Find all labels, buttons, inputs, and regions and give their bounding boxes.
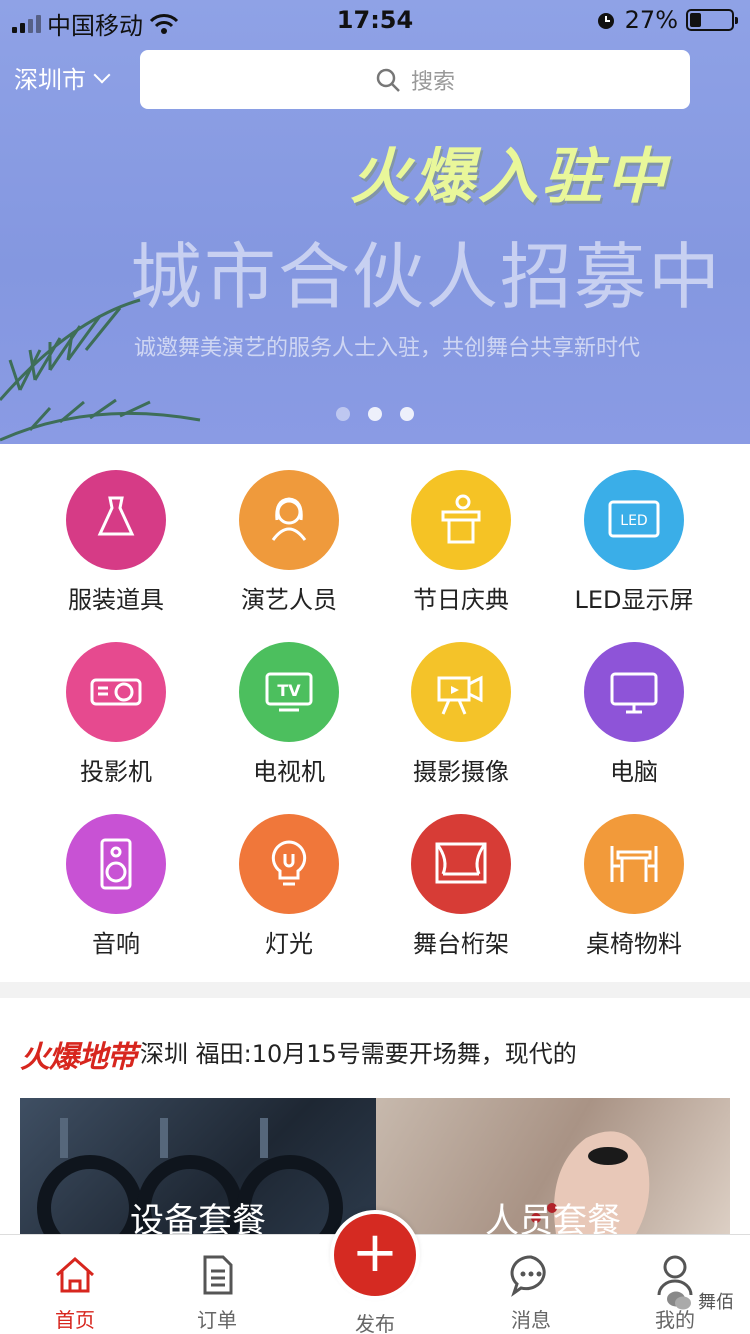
battery-percent: 27% xyxy=(624,6,678,34)
hot-zone-message[interactable]: 深圳 福田:10月15号需要开场舞，现代的 xyxy=(140,1034,577,1069)
plus-icon: + xyxy=(351,1220,399,1285)
svg-text:TV: TV xyxy=(277,681,301,700)
document-icon xyxy=(203,1255,233,1295)
carousel-dot[interactable] xyxy=(336,407,350,421)
monitor-icon xyxy=(610,672,658,714)
category-item[interactable]: 舞台桁架 xyxy=(375,788,547,958)
hot-zone-logo: 火爆地带 xyxy=(20,1040,137,1075)
city-label: 深圳市 xyxy=(14,66,86,94)
category-item[interactable]: 音响 xyxy=(30,788,202,958)
promo-banner[interactable]: 中国移动 17:54 27% 深圳市 搜索 火爆入驻中 城市合伙人招募中 诚邀舞… xyxy=(0,0,750,444)
carousel-indicator[interactable] xyxy=(0,407,750,421)
city-selector[interactable]: 深圳市 xyxy=(14,60,111,95)
category-label: 灯光 xyxy=(265,930,313,958)
category-item[interactable]: 摄影摄像 xyxy=(375,616,547,786)
category-label: 电视机 xyxy=(253,758,325,786)
tab-messages-label: 消息 xyxy=(511,1308,551,1332)
alarm-icon xyxy=(597,13,614,29)
category-label: 节日庆典 xyxy=(413,586,509,614)
tab-orders-label: 订单 xyxy=(197,1308,237,1332)
publish-label: 发布 xyxy=(355,1312,395,1334)
chat-bubble-icon xyxy=(510,1255,546,1297)
dress-icon xyxy=(97,496,135,536)
camera-icon xyxy=(437,675,483,715)
category-label: 摄影摄像 xyxy=(413,758,509,786)
category-item[interactable]: 服装道具 xyxy=(30,444,202,614)
search-icon xyxy=(376,68,400,92)
category-label: 服装道具 xyxy=(68,586,164,614)
category-label: 投影机 xyxy=(80,758,152,786)
category-icon-circle xyxy=(66,470,166,570)
staff-package-card[interactable]: 人员套餐 xyxy=(376,1098,730,1234)
banner-headline: 火爆入驻中 xyxy=(350,142,670,212)
category-item[interactable]: LED LED显示屏 xyxy=(548,444,720,614)
category-item[interactable]: 演艺人员 xyxy=(203,444,375,614)
projector-icon xyxy=(90,678,142,706)
podium-icon xyxy=(441,494,481,544)
status-bar: 中国移动 17:54 27% xyxy=(0,0,750,40)
tab-mine[interactable]: 我的 xyxy=(600,1235,750,1334)
category-icon-circle xyxy=(66,814,166,914)
watermark: 舞佰 xyxy=(666,1288,734,1314)
watermark-text: 舞佰 xyxy=(698,1292,734,1313)
category-item[interactable]: TV 电视机 xyxy=(203,616,375,786)
category-label: 桌椅物料 xyxy=(586,930,682,958)
carousel-dot[interactable] xyxy=(400,407,414,421)
category-label: 演艺人员 xyxy=(241,586,337,614)
performer-icon xyxy=(271,497,307,541)
category-icon-circle xyxy=(239,814,339,914)
carousel-dot[interactable] xyxy=(368,407,382,421)
tab-messages[interactable]: 消息 xyxy=(456,1235,606,1334)
search-placeholder: 搜索 xyxy=(410,69,455,95)
category-item[interactable]: 电脑 xyxy=(548,616,720,786)
equipment-package-card[interactable]: 设备套餐 xyxy=(20,1098,376,1234)
led-screen-icon: LED xyxy=(608,500,660,538)
category-icon-circle xyxy=(239,470,339,570)
category-label: 电脑 xyxy=(610,758,658,786)
category-item[interactable]: 投影机 xyxy=(30,616,202,786)
category-icon-circle: LED xyxy=(584,470,684,570)
category-item[interactable]: 桌椅物料 xyxy=(548,788,720,958)
category-label: 舞台桁架 xyxy=(413,930,509,958)
hot-zone: 火爆地带 深圳 福田:10月15号需要开场舞，现代的 设备套餐 人员套餐 xyxy=(0,998,750,1234)
tab-home-label: 首页 xyxy=(55,1308,95,1332)
speaker-icon xyxy=(100,838,132,890)
category-icon-circle xyxy=(411,642,511,742)
stage-icon xyxy=(435,842,487,884)
publish-button[interactable]: + xyxy=(330,1210,420,1300)
category-grid: 服装道具 演艺人员 节日庆典 LED LED显示屏投影机 TV 电视机 摄影摄像 电脑音响 灯光 舞… xyxy=(0,444,750,982)
battery-icon xyxy=(686,9,738,31)
bulb-icon xyxy=(271,840,307,886)
staff-package-label: 人员套餐 xyxy=(485,1201,621,1234)
category-label: 音响 xyxy=(92,930,140,958)
category-icon-circle xyxy=(411,470,511,570)
category-icon-circle xyxy=(66,642,166,742)
wechat-logo-icon xyxy=(667,1291,691,1310)
tab-home[interactable]: 首页 xyxy=(0,1235,150,1334)
category-icon-circle xyxy=(584,814,684,914)
equipment-package-label: 设备套餐 xyxy=(130,1201,266,1234)
chevron-down-icon xyxy=(93,66,111,83)
tv-icon: TV xyxy=(265,672,313,712)
category-icon-circle xyxy=(411,814,511,914)
category-icon-circle: TV xyxy=(239,642,339,742)
category-item[interactable]: 节日庆典 xyxy=(375,444,547,614)
svg-text:LED: LED xyxy=(620,513,647,529)
category-icon-circle xyxy=(584,642,684,742)
table-chair-icon xyxy=(610,846,658,882)
search-input[interactable]: 搜索 xyxy=(140,50,690,109)
home-icon xyxy=(56,1256,94,1293)
category-label: LED显示屏 xyxy=(574,586,694,614)
tab-orders[interactable]: 订单 xyxy=(142,1235,292,1334)
category-item[interactable]: 灯光 xyxy=(203,788,375,958)
